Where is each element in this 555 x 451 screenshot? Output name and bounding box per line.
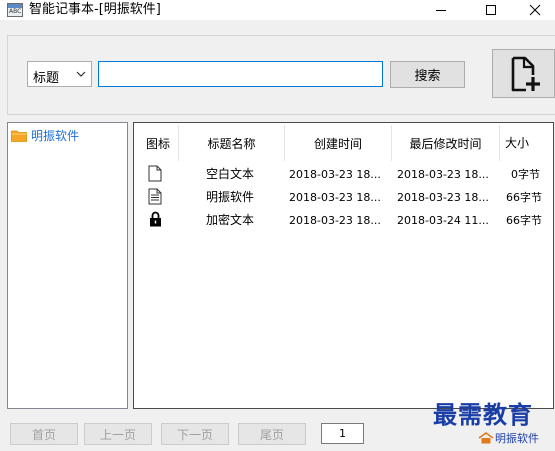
tree-item-folder[interactable]: 明振软件 [11, 127, 79, 144]
maximize-icon [486, 5, 496, 15]
search-field-value: 标题 [33, 71, 60, 86]
watermark-sub-label: 明振软件 [495, 432, 539, 445]
row-size: 0字节 [511, 168, 540, 181]
app-icon [7, 3, 23, 17]
search-button-label: 搜索 [414, 69, 441, 84]
row-title: 加密文本 [206, 213, 255, 227]
lock-icon [150, 211, 161, 227]
maximize-button[interactable] [468, 0, 514, 20]
house-icon [478, 432, 494, 444]
row-size: 66字节 [506, 214, 542, 227]
row-created: 2018-03-23 18... [289, 214, 381, 227]
close-icon [529, 4, 541, 16]
notes-list: 图标 标题名称 创建时间 最后修改时间 大小 空白文本 2018-03-23 1… [133, 122, 554, 409]
new-document-icon [511, 56, 540, 91]
column-header-title[interactable]: 标题名称 [179, 123, 284, 163]
row-title: 空白文本 [206, 167, 255, 181]
minimize-icon [436, 10, 446, 11]
row-title: 明振软件 [206, 190, 255, 204]
watermark-title: 最需教育 [433, 400, 533, 429]
column-header-created[interactable]: 创建时间 [285, 123, 391, 163]
first-page-button[interactable]: 首页 [10, 423, 78, 445]
new-note-button[interactable] [492, 49, 555, 98]
window-title: 智能记事本-[明振软件] [29, 2, 161, 17]
tree-item-label: 明振软件 [31, 129, 80, 143]
blank-document-icon [148, 165, 162, 182]
next-page-button[interactable]: 下一页 [161, 423, 229, 445]
last-page-button[interactable]: 尾页 [238, 423, 306, 445]
row-modified: 2018-03-23 18... [397, 191, 489, 204]
search-input[interactable] [98, 61, 383, 87]
folder-icon [11, 130, 27, 142]
minimize-button[interactable] [418, 0, 464, 20]
column-header-modified[interactable]: 最后修改时间 [392, 123, 499, 163]
row-created: 2018-03-23 18... [289, 191, 381, 204]
folder-tree: 明振软件 [7, 122, 128, 409]
row-modified: 2018-03-24 11... [397, 214, 489, 227]
text-document-icon [148, 188, 162, 205]
search-field-select[interactable]: 标题 [27, 61, 92, 87]
watermark-subtitle: 明振软件 [478, 430, 539, 446]
chevron-down-icon [76, 71, 86, 77]
prev-page-button[interactable]: 上一页 [84, 423, 152, 445]
title-bar: 智能记事本-[明振软件] [0, 0, 555, 20]
row-size: 66字节 [506, 191, 542, 204]
close-button[interactable] [512, 0, 555, 20]
column-header-size[interactable]: 大小 [500, 123, 534, 163]
page-number-input[interactable] [321, 423, 364, 444]
row-modified: 2018-03-23 18... [397, 168, 489, 181]
column-header-icon[interactable]: 图标 [140, 123, 176, 163]
search-button[interactable]: 搜索 [390, 61, 465, 88]
row-created: 2018-03-23 18... [289, 168, 381, 181]
